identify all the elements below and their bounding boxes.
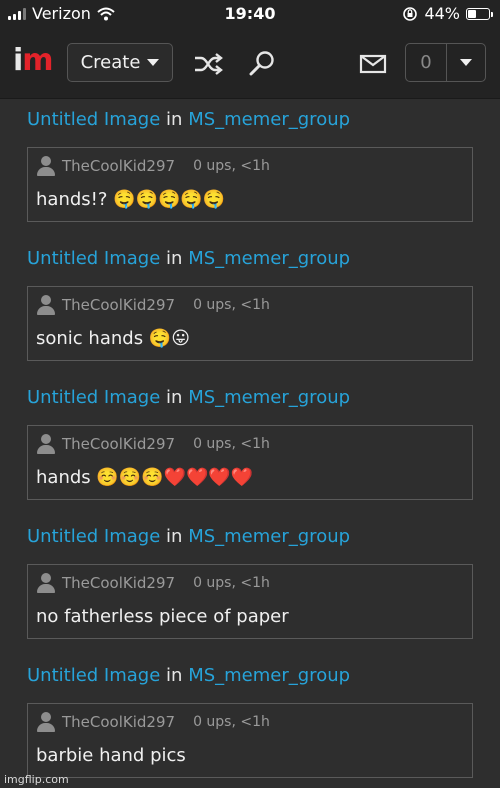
comment-card: TheCoolKid297 0 ups, <1h hands!? 🤤🤤🤤🤤🤤 (27, 147, 473, 222)
group-link[interactable]: MS_memer_group (188, 109, 350, 130)
in-label: in (166, 665, 183, 686)
user-avatar-icon[interactable] (36, 156, 56, 176)
create-label: Create (80, 52, 141, 73)
comment-card: TheCoolKid297 0 ups, <1h sonic hands 🤤😛 (27, 286, 473, 361)
notifications-dropdown[interactable]: 0 (405, 43, 486, 82)
comment-card: TheCoolKid297 0 ups, <1h no fatherless p… (27, 564, 473, 639)
comment-author-row: TheCoolKid297 0 ups, <1h (36, 573, 270, 593)
comment-text: hands!? 🤤🤤🤤🤤🤤 (36, 189, 226, 210)
image-title-link[interactable]: Untitled Image (27, 387, 160, 408)
entry-header: Untitled Image in MS_memer_group (27, 526, 350, 547)
group-link[interactable]: MS_memer_group (188, 665, 350, 686)
comment-author-row: TheCoolKid297 0 ups, <1h (36, 434, 270, 454)
mail-icon[interactable] (355, 50, 391, 78)
in-label: in (166, 387, 183, 408)
image-title-link[interactable]: Untitled Image (27, 526, 160, 547)
comment-author-row: TheCoolKid297 0 ups, <1h (36, 156, 270, 176)
battery-icon (466, 7, 493, 20)
entry-header: Untitled Image in MS_memer_group (27, 665, 350, 686)
comment-text: barbie hand pics (36, 745, 186, 766)
battery-percent: 44% (424, 4, 460, 23)
comment-card: TheCoolKid297 0 ups, <1h hands ☺️☺️☺️❤️❤… (27, 425, 473, 500)
logo-letter-i: i (13, 43, 23, 78)
shuffle-icon[interactable] (190, 50, 226, 78)
in-label: in (166, 109, 183, 130)
app-header: im Create 0 (0, 28, 500, 99)
image-title-link[interactable]: Untitled Image (27, 665, 160, 686)
comment-meta: 0 ups, <1h (193, 297, 270, 313)
comment-text: hands ☺️☺️☺️❤️❤️❤️❤️ (36, 467, 254, 488)
entry-header: Untitled Image in MS_memer_group (27, 387, 350, 408)
chevron-down-icon (460, 59, 472, 66)
imgflip-watermark: imgflip.com (4, 773, 69, 786)
comment-card: TheCoolKid297 0 ups, <1h barbie hand pic… (27, 703, 473, 778)
entry-header: Untitled Image in MS_memer_group (27, 109, 350, 130)
user-avatar-icon[interactable] (36, 295, 56, 315)
group-link[interactable]: MS_memer_group (188, 387, 350, 408)
comment-meta: 0 ups, <1h (193, 436, 270, 452)
battery-level (468, 9, 477, 18)
username-link[interactable]: TheCoolKid297 (62, 713, 175, 731)
notification-count: 0 (406, 44, 447, 81)
group-link[interactable]: MS_memer_group (188, 248, 350, 269)
group-link[interactable]: MS_memer_group (188, 526, 350, 547)
comment-text: sonic hands 🤤😛 (36, 328, 190, 349)
comment-meta: 0 ups, <1h (193, 575, 270, 591)
create-button[interactable]: Create (67, 43, 173, 82)
imgflip-logo[interactable]: im (13, 43, 54, 78)
username-link[interactable]: TheCoolKid297 (62, 435, 175, 453)
comment-text: no fatherless piece of paper (36, 606, 289, 627)
in-label: in (166, 526, 183, 547)
comment-meta: 0 ups, <1h (193, 714, 270, 730)
status-bar: Verizon 19:40 44% (0, 0, 500, 28)
chevron-down-icon (147, 59, 160, 66)
username-link[interactable]: TheCoolKid297 (62, 296, 175, 314)
comment-meta: 0 ups, <1h (193, 158, 270, 174)
user-avatar-icon[interactable] (36, 573, 56, 593)
image-title-link[interactable]: Untitled Image (27, 109, 160, 130)
image-title-link[interactable]: Untitled Image (27, 248, 160, 269)
entry-header: Untitled Image in MS_memer_group (27, 248, 350, 269)
logo-letter-m: m (22, 43, 53, 78)
user-avatar-icon[interactable] (36, 712, 56, 732)
in-label: in (166, 248, 183, 269)
comment-author-row: TheCoolKid297 0 ups, <1h (36, 712, 270, 732)
status-right: 44% (402, 4, 493, 23)
user-avatar-icon[interactable] (36, 434, 56, 454)
comment-author-row: TheCoolKid297 0 ups, <1h (36, 295, 270, 315)
dropdown-toggle[interactable] (447, 44, 485, 81)
username-link[interactable]: TheCoolKid297 (62, 157, 175, 175)
orientation-lock-icon (403, 6, 418, 21)
search-icon[interactable] (244, 50, 280, 78)
username-link[interactable]: TheCoolKid297 (62, 574, 175, 592)
